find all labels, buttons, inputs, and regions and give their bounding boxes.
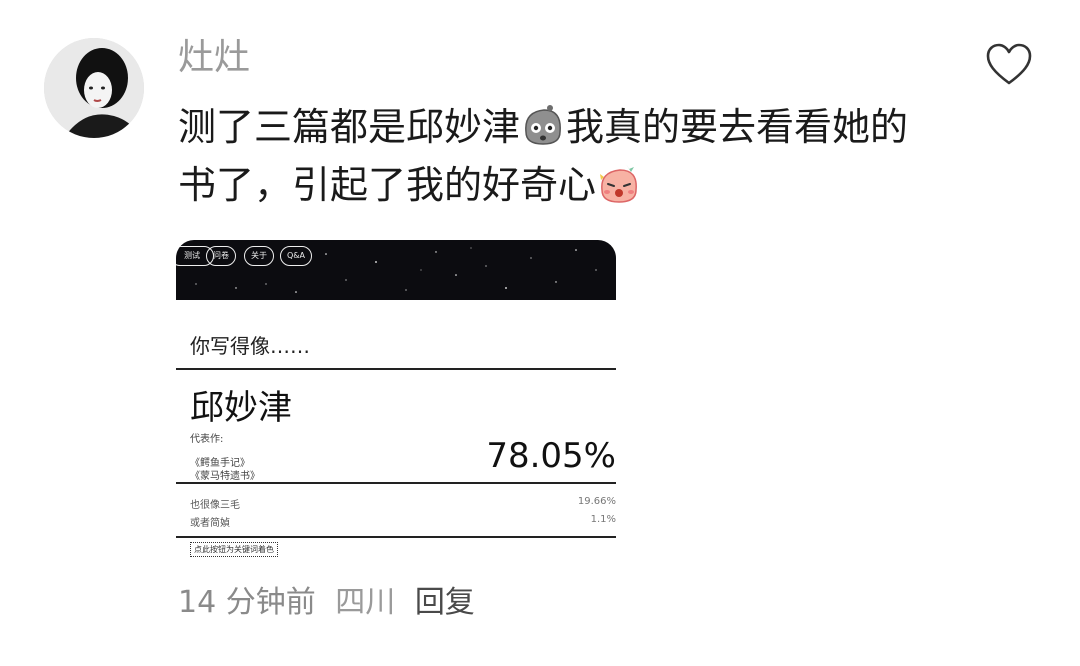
grey-face-emoji-icon xyxy=(520,102,566,148)
avatar[interactable] xyxy=(44,38,144,138)
avatar-image xyxy=(44,38,144,138)
attached-image[interactable]: 测试 问卷 关于 Q&A 你写得像…… 邱妙津 代表作: 《鳄鱼手记》 《蒙马特… xyxy=(176,240,616,560)
starfield-banner: 测试 问卷 关于 Q&A xyxy=(176,240,616,300)
stars xyxy=(195,247,597,293)
nav-pill-about: 关于 xyxy=(244,246,274,266)
comment-time: 14 分钟前 xyxy=(178,585,316,620)
comment-text-part1: 测了三篇都是邱妙津 xyxy=(178,105,521,149)
result-author: 邱妙津 xyxy=(190,388,292,428)
pink-blushing-emoji-icon xyxy=(596,160,642,206)
divider-bottom xyxy=(176,536,616,538)
comment-location: 四川 xyxy=(335,585,396,620)
nav-pill-qa: Q&A xyxy=(280,246,313,266)
alt-value-2: 1.1% xyxy=(590,514,616,525)
alt-name-2: 或者简媜 xyxy=(190,518,230,529)
color-keywords-button: 点此按钮为关键词着色 xyxy=(190,542,278,557)
divider-middle xyxy=(176,482,616,484)
like-button[interactable] xyxy=(984,40,1034,90)
divider-top xyxy=(176,368,616,370)
nav-pill-survey: 问卷 xyxy=(206,246,236,266)
username[interactable]: 灶灶 xyxy=(178,40,250,76)
comment-text: 测了三篇都是邱妙津 我真的要去看看她的书了，引起了我的好奇心 xyxy=(178,98,938,214)
alt-name-1: 也很像三毛 xyxy=(190,500,240,511)
work-item-2: 《蒙马特遗书》 xyxy=(190,471,260,482)
result-percent: 78.05% xyxy=(486,436,616,476)
works-label: 代表作: xyxy=(190,434,224,445)
comment-meta: 14 分钟前 四川 回复 xyxy=(178,588,475,618)
alt-value-1: 19.66% xyxy=(577,496,616,507)
result-question: 你写得像…… xyxy=(190,334,310,358)
reply-button[interactable]: 回复 xyxy=(415,585,475,620)
heart-outline-icon xyxy=(986,43,1032,85)
